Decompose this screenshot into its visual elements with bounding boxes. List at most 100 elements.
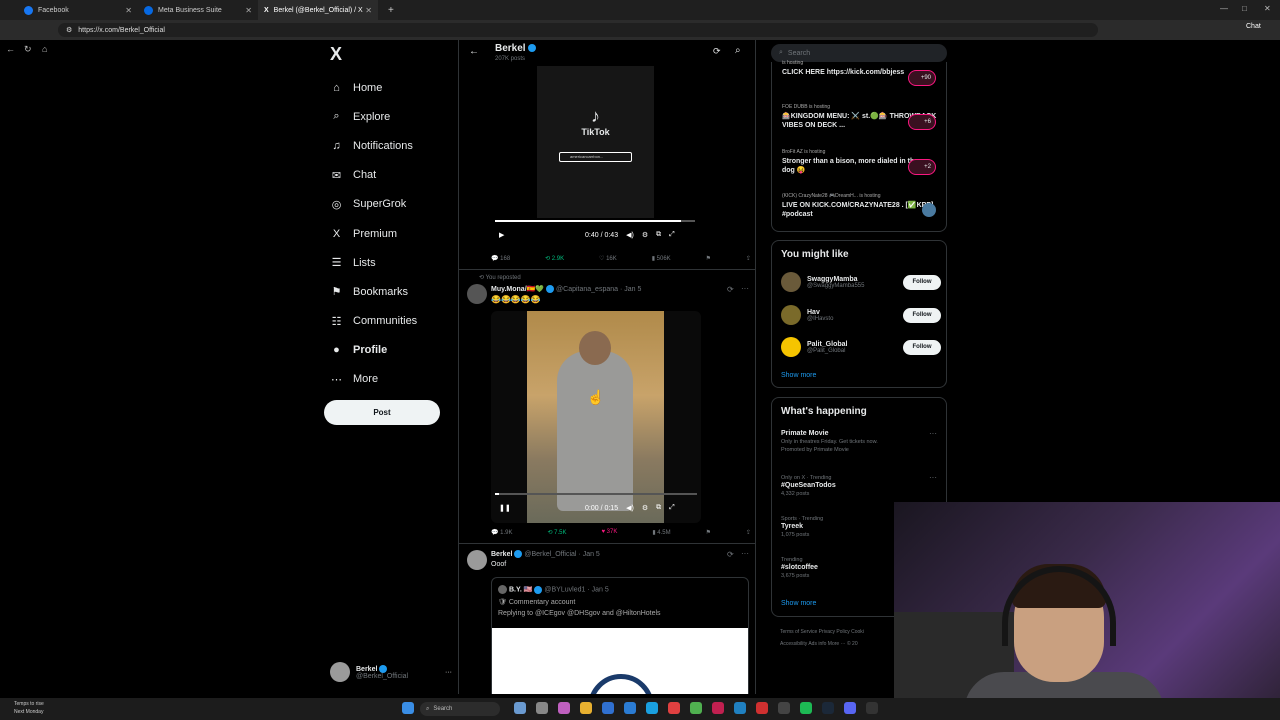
edge-icon[interactable] (646, 702, 658, 714)
follow-button[interactable]: Follow (903, 274, 941, 290)
grok-icon[interactable]: ⟳ (727, 550, 734, 559)
avatar[interactable] (467, 284, 487, 304)
new-tab-icon[interactable]: + (388, 5, 394, 16)
fullscreen-icon[interactable]: ⤢ (669, 231, 675, 239)
post-button[interactable]: Post (324, 400, 440, 425)
nav-home[interactable]: ⌂ Home (324, 73, 454, 102)
url-field[interactable]: ⚙ https://x.com/Berkel_Official (58, 23, 1098, 37)
video-progress-bar[interactable] (495, 493, 697, 495)
app-icon[interactable] (734, 702, 746, 714)
share-icon[interactable]: ⇪ (746, 529, 751, 536)
nav-lists[interactable]: ☰ Lists (324, 248, 454, 277)
windows-start-icon[interactable] (402, 702, 414, 714)
tab-berkel[interactable]: X Berkel (@Berkel_Official) / X ✕ (258, 0, 378, 20)
taskbar-search[interactable]: ⌕ Search (420, 702, 500, 716)
steam-icon[interactable] (822, 702, 834, 714)
pip-icon[interactable]: ⧉ (656, 231, 661, 239)
spotify-icon[interactable] (800, 702, 812, 714)
avatar[interactable] (467, 550, 487, 570)
minimize-icon[interactable]: — (1220, 4, 1228, 13)
nav-chat[interactable]: ✉ Chat (324, 161, 454, 190)
volume-icon[interactable]: ◀) (626, 504, 634, 512)
nav-explore[interactable]: ⌕ Explore (324, 102, 454, 131)
nav-profile[interactable]: ● Profile (324, 336, 454, 365)
pip-icon[interactable]: ⧉ (656, 504, 661, 512)
tweet-date[interactable]: · Jan 5 (578, 551, 599, 558)
trend-item[interactable]: Only on X · Trending #QueSeanTodos 4,332… (781, 474, 941, 498)
tweet-date[interactable]: · Jan 5 (620, 286, 641, 293)
play-icon[interactable]: ▶ (499, 231, 504, 239)
settings-icon[interactable]: ⚙ (642, 231, 648, 239)
show-more-link[interactable]: Show more (781, 600, 816, 607)
tab-facebook[interactable]: Facebook ✕ (18, 0, 138, 20)
settings-icon[interactable]: ⚙ (642, 504, 648, 512)
space-item[interactable]: FOE DUBB is hosting 🎰KINGDOM MENU: ⚔️ st… (782, 104, 942, 130)
app-icon[interactable] (602, 702, 614, 714)
author-handle[interactable]: @Berkel_Official (524, 551, 576, 558)
space-item[interactable]: (KICK) CrazyNate28 🎮DreamH... is hosting… (782, 193, 942, 219)
discord-icon[interactable] (844, 702, 856, 714)
author-name[interactable]: Muy.Mona/🇪🇸💚 (491, 286, 544, 293)
more-icon[interactable]: ··· (929, 474, 937, 482)
nav-premium[interactable]: X Premium (324, 219, 454, 248)
search-icon[interactable]: ⌕ (735, 45, 741, 56)
window-close-icon[interactable]: ✕ (1264, 4, 1271, 13)
app-icon[interactable] (756, 702, 768, 714)
app-icon[interactable] (866, 702, 878, 714)
follow-suggestion[interactable]: Hav @IHavsto Follow (781, 302, 941, 328)
nav-more[interactable]: ⋯ More (324, 365, 454, 394)
x-logo-icon[interactable]: X (330, 44, 454, 65)
file-explorer-icon[interactable] (580, 702, 592, 714)
store-icon[interactable] (624, 702, 636, 714)
like-button[interactable]: ♥ 37K (601, 529, 617, 536)
footer-line[interactable]: Accessibility Ads info More ··· © 20 (780, 638, 900, 650)
show-more-link[interactable]: Show more (781, 372, 816, 379)
video-player[interactable]: ☝ ❚❚ 0:00 / 0:15 ◀) ⚙ ⧉ ⤢ (491, 311, 701, 523)
back-icon[interactable]: ← (6, 44, 15, 54)
bookmark-icon[interactable]: ⚑ (706, 255, 711, 262)
close-icon[interactable]: ✕ (365, 6, 372, 15)
more-icon[interactable]: ··· (929, 430, 937, 438)
volume-icon[interactable]: ◀) (626, 231, 634, 239)
nav-notifications[interactable]: ♫ Notifications (324, 131, 454, 160)
more-icon[interactable]: ··· (445, 669, 452, 676)
reload-icon[interactable]: ↻ (24, 44, 32, 55)
repost-button[interactable]: ⟲ 7.5K (547, 529, 566, 536)
more-icon[interactable]: ··· (741, 549, 749, 558)
bookmark-icon[interactable]: ⚑ (706, 529, 711, 536)
follow-button[interactable]: Follow (903, 307, 941, 323)
app-icon[interactable] (712, 702, 724, 714)
account-switcher[interactable]: Berkel @Berkel_Official ··· (330, 660, 452, 684)
maximize-icon[interactable]: □ (1242, 4, 1247, 13)
like-button[interactable]: ♡ 16K (599, 255, 617, 262)
app-icon[interactable] (778, 702, 790, 714)
more-icon[interactable]: ··· (741, 284, 749, 293)
follow-suggestion[interactable]: Palit_Global @Palit_Global Follow (781, 334, 941, 360)
app-icon[interactable] (536, 702, 548, 714)
nav-supergrok[interactable]: ◎ SuperGrok (324, 190, 454, 219)
author-handle[interactable]: @Capitana_espana (556, 286, 618, 293)
grok-icon[interactable]: ⟳ (727, 285, 734, 294)
reply-button[interactable]: 💬 1.9K (491, 529, 512, 536)
views-button[interactable]: ▮ 506K (652, 255, 671, 262)
follow-button[interactable]: Follow (903, 339, 941, 355)
weather-widget[interactable]: Temps to rise Next Monday (14, 700, 44, 716)
nav-communities[interactable]: ☷ Communities (324, 307, 454, 336)
grok-refresh-icon[interactable]: ⟳ (713, 46, 721, 57)
close-icon[interactable]: ✕ (245, 6, 252, 15)
fullscreen-icon[interactable]: ⤢ (669, 504, 675, 512)
site-info-icon[interactable]: ⚙ (66, 26, 72, 34)
views-button[interactable]: ▮ 4.5M (652, 529, 670, 536)
home-icon[interactable]: ⌂ (42, 44, 47, 54)
follow-suggestion[interactable]: SwaggyMamba @SwaggyMamba555 Follow (781, 269, 941, 295)
repost-button[interactable]: ⟲ 2.9K (545, 255, 564, 262)
space-item[interactable]: is hosting CLICK HERE https://kick.com/b… (782, 60, 942, 86)
tab-meta-business[interactable]: Meta Business Suite ✕ (138, 0, 258, 20)
video-progress-bar[interactable] (495, 220, 695, 222)
video-player[interactable]: ♪ TikTok americancarrbon... ▶ 0:40 / 0:4… (495, 66, 701, 248)
reply-button[interactable]: 💬 168 (491, 255, 510, 262)
quoted-tweet[interactable]: B.Y. 🇺🇸 @BYLuvled1 · Jan 5 🛡 Commentary … (491, 577, 749, 694)
close-icon[interactable]: ✕ (125, 6, 132, 15)
trend-item[interactable]: Primate Movie Only in theatres Friday. G… (781, 430, 941, 454)
author-name[interactable]: Berkel (491, 551, 512, 558)
